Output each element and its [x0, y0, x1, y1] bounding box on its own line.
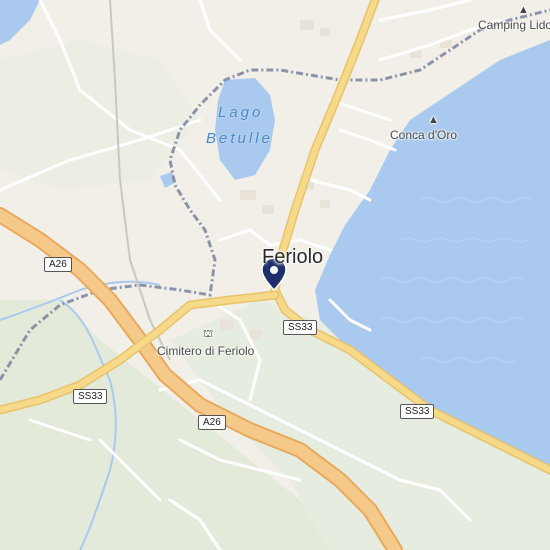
road-shield-ss33-east[interactable]: SS33	[400, 404, 435, 419]
road-shield-a26-north[interactable]: A26	[44, 257, 72, 272]
cemetery-label[interactable]: ⛫ Cimitero di Feriolo	[157, 328, 255, 358]
campsite-icon: ▲	[428, 114, 439, 126]
map-view[interactable]: ▲ Camping Lido ▲ Conca d'Oro Lago Betull…	[0, 0, 550, 550]
map-canvas[interactable]	[0, 0, 550, 550]
road-shield-ss33-center[interactable]: SS33	[283, 320, 318, 335]
conca-doro-label[interactable]: ▲ Conca d'Oro	[390, 114, 457, 142]
a26-south-text: A26	[203, 417, 221, 428]
cemetery-text: Cimitero di Feriolo	[157, 344, 255, 358]
ss33-west-text: SS33	[78, 391, 103, 402]
ss33-east-text: SS33	[405, 406, 430, 417]
betulle-text: Betulle	[206, 130, 273, 147]
a26-north-text: A26	[49, 259, 67, 270]
road-shield-ss33-west[interactable]: SS33	[73, 389, 108, 404]
conca-doro-text: Conca d'Oro	[390, 128, 457, 142]
lago-betulle-label-line1: Lago	[218, 104, 263, 121]
road-shield-a26-south[interactable]: A26	[198, 415, 226, 430]
lago-betulle-label-line2: Betulle	[206, 130, 273, 147]
campsite-icon: ▲	[518, 4, 529, 16]
cemetery-icon: ⛫	[203, 328, 214, 340]
ss33-center-text: SS33	[288, 322, 313, 333]
camping-lido-label[interactable]: ▲ Camping Lido	[478, 4, 550, 32]
feriolo-label[interactable]: Feriolo	[262, 246, 323, 269]
camping-lido-text: Camping Lido	[478, 18, 550, 32]
lago-text: Lago	[218, 104, 264, 121]
feriolo-text: Feriolo	[262, 246, 324, 268]
